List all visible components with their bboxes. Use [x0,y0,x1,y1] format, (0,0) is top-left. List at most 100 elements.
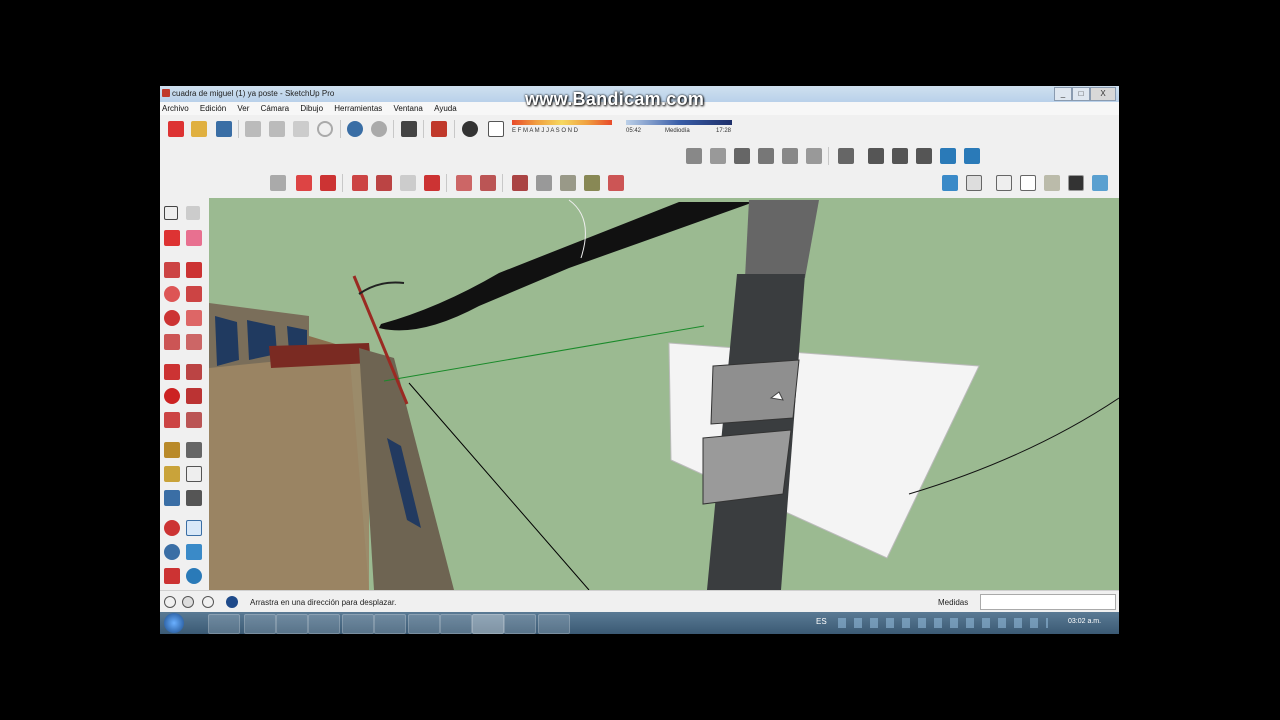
orbit-icon[interactable] [164,520,180,536]
copy-icon[interactable] [269,121,285,137]
paste-icon[interactable] [293,121,309,137]
shaded-textures-icon[interactable] [1068,175,1084,191]
menu-camara[interactable]: Cámara [261,104,289,113]
taskbar-app[interactable] [276,614,308,634]
xray-style-icon[interactable] [942,175,958,191]
edit-match-icon[interactable] [608,175,624,191]
drape-icon[interactable] [400,175,416,191]
menu-dibujo[interactable]: Dibujo [300,104,323,113]
back-edges-icon[interactable] [966,175,982,191]
taskbar-excel-2[interactable] [504,614,536,634]
two-point-arc-icon[interactable] [186,334,202,350]
eraser-icon[interactable] [186,230,202,246]
taskbar-chrome[interactable] [308,614,340,634]
rectangle-icon[interactable] [164,262,180,278]
taskbar-explorer[interactable] [208,614,240,634]
monochrome-icon[interactable] [1092,175,1108,191]
undo-icon[interactable] [347,121,363,137]
minimize-button[interactable]: _ [1054,87,1072,101]
menu-ventana[interactable]: Ventana [394,104,423,113]
taskbar-pdf[interactable] [440,614,472,634]
tape-measure-icon[interactable] [164,442,180,458]
line-icon[interactable] [186,262,202,278]
model-info-icon[interactable] [431,121,447,137]
subtract-icon[interactable] [892,148,908,164]
sandbox-icon[interactable] [270,175,286,191]
3d-text-icon[interactable] [186,490,202,506]
pan-icon[interactable] [186,520,202,536]
measurements-field[interactable] [980,594,1116,610]
zoom-window-icon[interactable] [186,544,202,560]
geo-location-icon[interactable] [164,596,176,608]
push-pull-icon[interactable] [186,364,202,380]
make-component-icon[interactable] [186,206,200,220]
menu-ayuda[interactable]: Ayuda [434,104,457,113]
shadows-icon[interactable] [462,121,478,137]
taskbar-sketchup[interactable] [472,614,504,634]
paint-bucket-icon[interactable] [164,230,180,246]
select-icon[interactable] [164,206,178,220]
taskbar-excel[interactable] [408,614,440,634]
front-view-icon[interactable] [734,148,750,164]
photo-match-icon[interactable] [584,175,600,191]
scale-icon[interactable] [164,412,180,428]
fog-icon[interactable] [488,121,504,137]
model-viewport[interactable] [209,198,1119,590]
shaded-icon[interactable] [1044,175,1060,191]
freehand-icon[interactable] [186,286,202,302]
erase-icon[interactable] [317,121,333,137]
add-detail-icon[interactable] [424,175,440,191]
shell-icon[interactable] [536,175,552,191]
polygon-icon[interactable] [164,310,180,326]
month-slider[interactable] [512,120,612,125]
open-icon[interactable] [191,121,207,137]
from-contours-icon[interactable] [296,175,312,191]
menu-archivo[interactable]: Archivo [162,104,189,113]
credits-icon[interactable] [182,596,194,608]
terrain-icon[interactable] [480,175,496,191]
close-button[interactable]: X [1090,87,1116,101]
taskbar-folder[interactable] [244,614,276,634]
protractor-icon[interactable] [164,466,180,482]
smoove-icon[interactable] [352,175,368,191]
start-button-icon[interactable] [164,613,184,633]
menu-edicion[interactable]: Edición [200,104,226,113]
zoom-icon[interactable] [164,544,180,560]
maximize-button[interactable]: □ [1072,87,1090,101]
save-icon[interactable] [216,121,232,137]
cut-icon[interactable] [245,121,261,137]
trim-icon[interactable] [940,148,956,164]
taskbar-skype[interactable] [374,614,406,634]
move-icon[interactable] [164,364,180,380]
right-view-icon[interactable] [758,148,774,164]
dimension-icon[interactable] [186,442,202,458]
taskbar-chrome-2[interactable] [342,614,374,634]
solid-tool-icon[interactable] [512,175,528,191]
from-scratch-icon[interactable] [320,175,336,191]
iso-view-icon[interactable] [686,148,702,164]
help-icon[interactable] [226,596,238,608]
pie-icon[interactable] [164,334,180,350]
new-icon[interactable] [168,121,184,137]
redo-icon[interactable] [371,121,387,137]
menu-herramientas[interactable]: Herramientas [334,104,382,113]
axes-icon[interactable] [164,490,180,506]
wireframe-icon[interactable] [996,175,1012,191]
tray-icons[interactable] [838,618,1048,628]
top-view-icon[interactable] [710,148,726,164]
follow-me-icon[interactable] [186,388,202,404]
flip-edge-icon[interactable] [456,175,472,191]
intersect-icon[interactable] [916,148,932,164]
language-indicator[interactable]: ES [816,617,827,626]
zoom-extents-icon[interactable] [164,568,180,584]
rotate-icon[interactable] [164,388,180,404]
previous-view-icon[interactable] [186,568,202,584]
union-icon[interactable] [868,148,884,164]
taskbar-warning[interactable] [538,614,570,634]
circle-icon[interactable] [164,286,180,302]
component-icon[interactable] [838,148,854,164]
user-icon[interactable] [202,596,214,608]
arc-icon[interactable] [186,310,202,326]
left-view-icon[interactable] [806,148,822,164]
text-icon[interactable] [186,466,202,482]
